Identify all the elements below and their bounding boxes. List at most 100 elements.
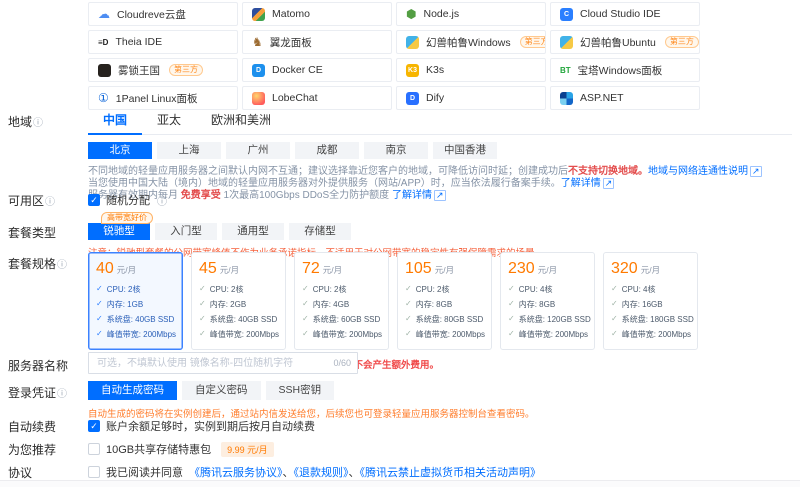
check-icon: ✓ [199,299,206,310]
app-label: K3s [426,64,444,76]
app-card-cloud-studio[interactable]: C Cloud Studio IDE [550,2,700,26]
plan-type-通用型[interactable]: 通用型 [222,223,284,240]
app-card-k3s[interactable]: K3 K3s [396,58,546,82]
city-北京[interactable]: 北京 [88,142,152,159]
app-card-enshrouded[interactable]: 雾锁王国 第三方 [88,58,238,82]
app-card-palworld-ubuntu[interactable]: 幻兽帕鲁Ubuntu 第三方 [550,30,700,54]
separator: 、 [283,467,294,479]
section-credentials: 登录凭证ⓘ 自动生成密码自定义密码SSH密钥 自动生成的密码将在实例创建后，通过… [0,381,800,420]
app-card-palworld-windows[interactable]: 幻兽帕鲁Windows 第三方 [396,30,546,54]
plan-type-锐驰型[interactable]: 锐驰型 [88,223,150,240]
plan-spec-label: 套餐规格ⓘ [0,252,88,272]
storage-pack-checkbox[interactable] [88,443,100,455]
aspnet-icon [560,92,573,105]
price-value: 105 [405,260,432,278]
app-card-dify[interactable]: D Dify [396,86,546,110]
price-unit: 元/月 [323,264,342,276]
credential-SSH密钥[interactable]: SSH密钥 [266,381,335,400]
spec-item: ✓ CPU: 2核 [199,284,278,295]
agreement-link[interactable]: 《退款规则》 [294,467,349,479]
app-card-nodejs[interactable]: ⬢ Node.js [396,2,546,26]
tab-中国[interactable]: 中国 [88,110,142,135]
spec-item: ✓ 系统盘: 180GB SSD [611,314,690,325]
credential-自定义密码[interactable]: 自定义密码 [182,381,261,400]
price-value: 45 [199,260,217,278]
storage-pack-price: 9.99 元/月 [221,442,274,457]
info-icon: ⓘ [57,260,67,271]
connectivity-link[interactable]: 地域与网络连通性说明 [648,166,748,177]
check-icon: ✓ [90,421,98,431]
city-广州[interactable]: 广州 [226,142,290,159]
spec-item: ✓ 峰值带宽: 200Mbps [96,329,175,340]
app-label: Cloud Studio IDE [580,8,661,20]
plan-type-入门型[interactable]: 入门型 [155,223,217,240]
price-value: 40 [96,260,114,278]
app-card-aspnet[interactable]: ASP.NET [550,86,700,110]
app-card-cloudreve[interactable]: ☁ Cloudreve云盘 [88,2,238,26]
agreement-link[interactable]: 《腾讯云服务协议》 [189,467,283,479]
app-label: 幻兽帕鲁Ubuntu [580,35,656,50]
credential-自动生成密码[interactable]: 自动生成密码 [88,381,177,400]
spec-card[interactable]: 320 元/月 ✓ CPU: 4核 ✓ 内存: 16GB ✓ 系统盘: 180G… [603,252,698,350]
app-card-lobechat[interactable]: LobeChat [242,86,392,110]
tab-亚太[interactable]: 亚太 [142,110,196,134]
app-label: Node.js [423,8,459,20]
spec-text: CPU: 2核 [313,284,347,295]
check-icon: ✓ [96,284,103,295]
app-card-pterodactyl[interactable]: ♞ 翼龙面板 [242,30,392,54]
spec-text: 峰值带宽: 200Mbps [210,329,279,340]
price-unit: 元/月 [435,264,454,276]
spec-items: ✓ CPU: 2核 ✓ 内存: 4GB ✓ 系统盘: 60GB SSD ✓ 峰值… [302,284,381,340]
city-中国香港[interactable]: 中国香港 [433,142,497,159]
learn-more-link[interactable]: 了解详情 [561,178,601,189]
external-link-icon: ↗ [750,166,762,177]
auto-renew-label: 自动续费 [0,418,88,435]
price-row: 320 元/月 [611,260,690,278]
agreement-label: 协议 [0,464,88,481]
spec-item: ✓ CPU: 4核 [611,284,690,295]
spec-item: ✓ 系统盘: 40GB SSD [199,314,278,325]
check-icon: ✓ [405,314,412,325]
credentials-label: 登录凭证ⓘ [0,381,88,401]
app-label: Docker CE [272,64,323,76]
auto-renew-checkbox[interactable]: ✓ [88,420,100,432]
agreement-link[interactable]: 《腾讯云禁止虚拟货币相关活动声明》 [360,467,542,479]
app-card-bt-panel[interactable]: BT 宝塔Windows面板 [550,58,700,82]
app-card-docker[interactable]: D Docker CE [242,58,392,82]
spec-card[interactable]: 105 元/月 ✓ CPU: 2核 ✓ 内存: 8GB ✓ 系统盘: 80GB … [397,252,492,350]
auto-renew-option: 账户余额足够时，实例到期后按月自动续费 [106,418,315,434]
app-card-theia[interactable]: ≡D Theia IDE [88,30,238,54]
spec-text: 系统盘: 80GB SSD [416,314,484,325]
check-icon: ✓ [96,314,103,325]
city-成都[interactable]: 成都 [295,142,359,159]
spec-item: ✓ 内存: 2GB [199,299,278,310]
spec-text: 系统盘: 120GB SSD [519,314,591,325]
random-assign-checkbox[interactable]: ✓ [88,194,100,206]
plan-type-存储型[interactable]: 存储型 [289,223,351,240]
spec-card[interactable]: 45 元/月 ✓ CPU: 2核 ✓ 内存: 2GB ✓ 系统盘: 40GB S… [191,252,286,350]
info-icon: ⓘ [57,389,67,400]
city-上海[interactable]: 上海 [157,142,221,159]
lobechat-icon [252,92,265,105]
spec-card[interactable]: 72 元/月 ✓ CPU: 2核 ✓ 内存: 4GB ✓ 系统盘: 60GB S… [294,252,389,350]
app-label: Dify [426,92,444,104]
bt-panel-icon: BT [560,66,571,75]
spec-item: ✓ 内存: 4GB [302,299,381,310]
plan-type-list: 锐驰型入门型通用型存储型 [88,223,792,240]
spec-card[interactable]: 230 元/月 ✓ CPU: 4核 ✓ 内存: 8GB ✓ 系统盘: 120GB… [500,252,595,350]
server-name-input[interactable] [88,352,358,374]
spec-text: CPU: 2核 [210,284,244,295]
city-南京[interactable]: 南京 [364,142,428,159]
app-card-matomo[interactable]: Matomo [242,2,392,26]
tab-欧洲和美洲[interactable]: 欧洲和美洲 [196,110,286,134]
spec-card[interactable]: 40 元/月 ✓ CPU: 2核 ✓ 内存: 1GB ✓ 系统盘: 40GB S… [88,252,183,350]
spec-text: 峰值带宽: 200Mbps [622,329,691,340]
spec-text: 内存: 4GB [313,299,349,310]
check-icon: ✓ [302,329,309,340]
app-label: 1Panel Linux面板 [116,91,198,106]
app-card-1panel[interactable]: ① 1Panel Linux面板 [88,86,238,110]
agreement-checkbox[interactable] [88,466,100,478]
spec-card-list: 40 元/月 ✓ CPU: 2核 ✓ 内存: 1GB ✓ 系统盘: 40GB S… [88,252,792,350]
check-icon: ✓ [405,284,412,295]
storage-pack-option: 10GB共享存储特惠包 [106,441,211,457]
